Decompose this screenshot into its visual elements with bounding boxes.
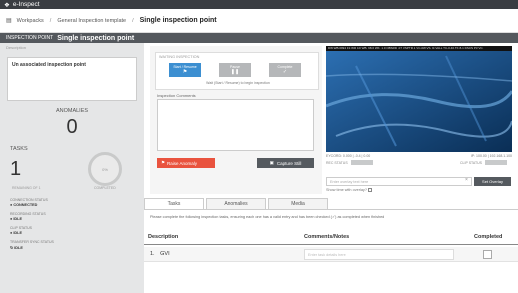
tasks-title: TASKS [10,146,28,152]
progress-ring: 0% [88,152,122,186]
folder-icon: ▤ [6,18,12,24]
flag-icon: ⚑ [161,160,166,165]
status-label: TRANSFER SYNC STATUS [10,240,54,244]
inspection-point-bar: INSPECTION POINT Single inspection point [0,33,518,43]
task-name: GVI [160,251,170,257]
task-completed-checkbox[interactable] [483,250,492,259]
description-box: Un associated inspection point [7,57,137,101]
waiting-inspection-box: WAITING INSPECTION Start / Resume ⚑ Paus… [155,52,319,90]
start-resume-button[interactable]: Start / Resume ⚑ [169,63,201,77]
clip-status-value [484,160,507,165]
pause-icon: ❚❚ [230,69,240,75]
task-description: 1. GVI [150,251,170,257]
set-overlay-button[interactable]: Set Overlay [474,177,511,186]
complete-button[interactable]: Complete ✓ [269,63,301,77]
breadcrumb-separator: / [132,17,134,24]
tasks-content: Tasks Anomalies Media Please complete th… [144,196,518,293]
transfer-sync-status: TRANSFER SYNC STATUS ↻ IDLE [10,240,54,250]
sync-icon: ↻ [10,246,14,250]
progress-ring-text: 0% [102,166,108,172]
rec-status-label: REC STATUS [326,160,348,165]
task-notes-input[interactable]: Enter task details here [304,249,454,260]
tab-tasks[interactable]: Tasks [144,198,204,209]
breadcrumb-current: Single inspection point [139,17,217,24]
dot-icon: ● [10,217,13,221]
eycord-readout: EYCORD: 0.000 | -0.4 | 0.00 [326,154,371,158]
status-value: IDLE [14,246,23,250]
video-coordinates: EYCORD: 0.000 | -0.4 | 0.00 IP: 100.00 |… [326,154,512,158]
wait-hint: Wait (Start / Resume) to begin inspectio… [206,81,270,85]
raise-anomaly-label: Raise Anomaly [167,160,198,166]
comments-textarea[interactable] [157,99,314,151]
header-completed: Completed [474,234,503,240]
app-titlebar: ❖ e-Inspect [0,0,518,9]
recording-status: RECORDING STATUS ● IDLE [10,212,46,221]
app-title: e-Inspect [12,1,40,8]
tasks-count: 1 [10,158,22,180]
show-time-option[interactable]: Show time with overlay? [326,188,373,192]
pause-button[interactable]: Pause ❚❚ [219,63,251,77]
breadcrumb-workpacks[interactable]: Workpacks [17,18,44,24]
description-label: Description [6,45,27,50]
video-feed[interactable]: DW.WB.0994 F1:WR 1D WB. 98.0 WK. 1.0 OBS… [326,46,512,152]
clip-status: CLIP STATUS ● IDLE [10,226,32,235]
inspection-point-label: INSPECTION POINT [6,35,54,41]
status-value: IDLE [13,217,23,221]
raise-anomaly-button[interactable]: ⚑ Raise Anomaly [157,158,215,168]
capture-still-button[interactable]: ▣ Capture Still [257,158,314,168]
clip-status-video: CLIP STATUS [460,160,507,165]
header-divider [144,244,518,245]
tab-anomalies[interactable]: Anomalies [206,198,266,209]
table-row: 1. GVI Enter task details here [144,247,518,262]
rec-status: REC STATUS [326,160,373,165]
breadcrumb: ▤ Workpacks / General Inspection templat… [0,9,518,33]
check-icon: ✓ [282,69,288,75]
clip-status-label: CLIP STATUS [460,160,482,165]
flag-icon: ⚑ [182,69,188,75]
status-value: IDLE [13,231,23,235]
instructions-text: Please complete the following inspection… [150,215,385,219]
app-logo-icon: ❖ [4,1,10,9]
completed-text: COMPLETED [94,186,116,190]
show-time-checkbox[interactable] [368,188,373,192]
status-value: CONNECTED [13,203,38,207]
camera-icon: ▣ [269,160,274,165]
capture-still-label: Capture Still [276,160,302,166]
anomalies-count: 0 [66,116,78,138]
connection-status: CONNECTION STATUS ● CONNECTED [10,198,48,207]
anomalies-title: ANOMALIES [55,108,89,114]
show-time-label: Show time with overlay? [326,188,367,192]
task-index: 1. [150,251,155,257]
tab-bar: Tasks Anomalies Media [144,198,330,209]
overlay-text-input[interactable]: Enter overlay text here [326,177,472,186]
inspection-point-name: Single inspection point [57,34,135,42]
status-label: RECORDING STATUS [10,212,46,216]
status-label: CONNECTION STATUS [10,198,48,202]
header-comments: Comments/Notes [304,234,350,240]
breadcrumb-template[interactable]: General Inspection template [57,18,126,24]
comments-label: Inspection Comments [157,93,196,98]
status-label: CLIP STATUS [10,226,32,230]
rec-status-value [350,160,373,165]
description-text: Un associated inspection point [12,62,86,68]
dot-icon: ● [10,203,13,207]
waiting-label: WAITING INSPECTION [159,55,200,59]
clear-icon[interactable]: × [465,177,468,183]
header-description: Description [148,234,179,240]
dot-icon: ● [10,231,13,235]
breadcrumb-separator: / [49,17,52,24]
tab-divider [144,209,518,210]
tab-media[interactable]: Media [268,198,328,209]
video-frame [326,51,512,152]
remaining-text: REMAINING OF 1 [12,186,41,190]
ip-readout: IP: 100.00 | 192.168.1.100 [470,154,512,158]
